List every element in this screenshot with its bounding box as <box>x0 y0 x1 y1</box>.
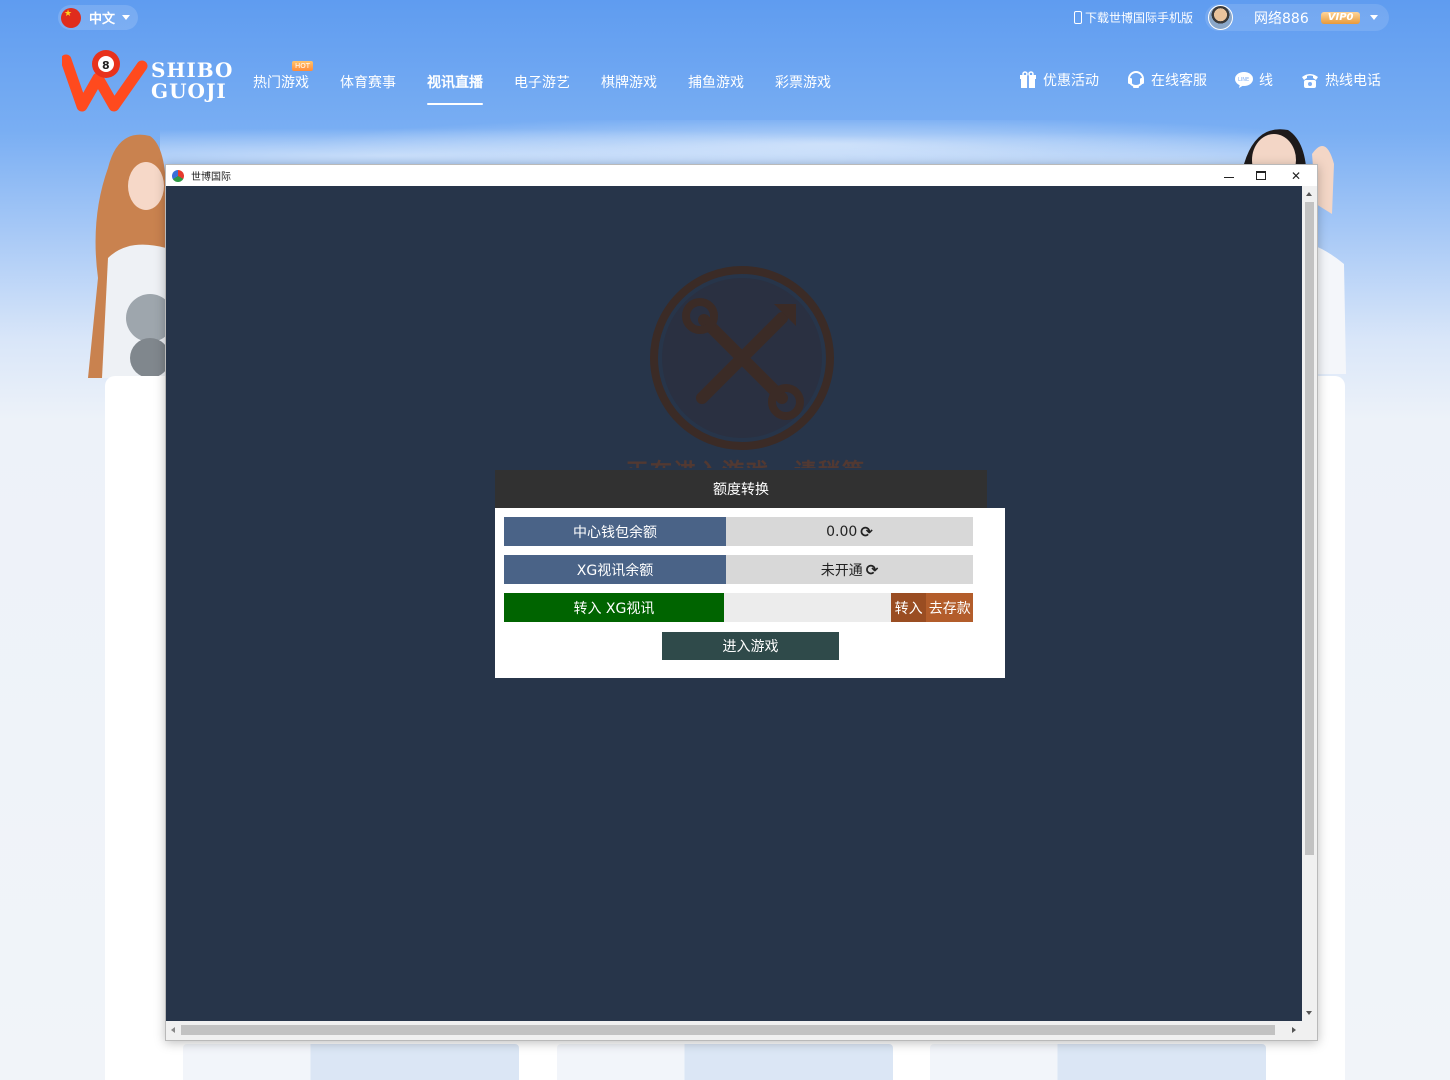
host-left-image <box>88 134 168 378</box>
window-title: 世博国际 <box>191 172 231 183</box>
logo-mark-icon: 8 <box>60 50 148 112</box>
scroll-up-icon[interactable] <box>1306 192 1312 196</box>
transfer-dialog-title: 额度转换 <box>713 482 769 498</box>
nav-label: 热门游戏 <box>253 75 309 91</box>
hotline-label: 热线电话 <box>1325 73 1381 89</box>
line-link[interactable]: LINE 线 <box>1234 70 1273 90</box>
scrollbar-corner <box>1302 1021 1317 1040</box>
download-app-link[interactable]: 下载世博国际手机版 <box>1074 9 1193 26</box>
game-thumbnail[interactable] <box>557 1044 893 1080</box>
svg-text:LINE: LINE <box>1238 77 1249 83</box>
vip-badge: VIP0 <box>1320 11 1361 24</box>
window-titlebar[interactable]: 世博国际 ✕ <box>166 165 1317 186</box>
nav-lottery[interactable]: 彩票游戏 <box>775 72 831 92</box>
customer-service-link[interactable]: 在线客服 <box>1126 70 1207 90</box>
scroll-right-icon[interactable] <box>1292 1027 1296 1033</box>
language-selector[interactable]: 中文 <box>58 5 138 30</box>
close-icon: ✕ <box>1290 168 1302 183</box>
nav-label: 体育赛事 <box>340 75 396 91</box>
horizontal-scroll-thumb[interactable] <box>181 1025 1275 1035</box>
promotions-link[interactable]: 优惠活动 <box>1018 70 1099 90</box>
nav-label: 电子游艺 <box>514 75 570 91</box>
game-thumbnail[interactable] <box>930 1044 1266 1080</box>
hotline-link[interactable]: 热线电话 <box>1300 70 1381 90</box>
xg-balance-label: XG视讯余额 <box>504 555 726 584</box>
language-label: 中文 <box>89 12 116 27</box>
vertical-scrollbar[interactable] <box>1302 186 1317 1021</box>
minimize-button[interactable] <box>1213 165 1245 186</box>
main-nav: 热门游戏 HOT 体育赛事 视讯直播 电子游艺 棋牌游戏 捕鱼游戏 彩票游戏 <box>253 61 862 105</box>
transfer-label: 转入 XG视讯 <box>504 593 724 622</box>
logo-line-2: GUOJI <box>151 79 227 103</box>
site-favicon-icon <box>172 169 184 182</box>
scroll-left-icon[interactable] <box>171 1027 175 1033</box>
headset-icon <box>1126 70 1146 90</box>
transfer-dialog: 中心钱包余额 0.00 ⟳ XG视讯余额 未开通 ⟳ 转入 XG视讯 转入 去存… <box>495 508 1005 678</box>
wallet-balance-label: 中心钱包余额 <box>504 517 726 546</box>
xg-balance-status: 未开通 <box>820 562 863 579</box>
nav-card-games[interactable]: 棋牌游戏 <box>601 72 657 92</box>
transfer-row: 转入 XG视讯 转入 去存款 <box>504 593 973 622</box>
deposit-button[interactable]: 去存款 <box>926 593 973 622</box>
nav-label: 彩票游戏 <box>775 75 831 91</box>
chevron-down-icon <box>122 15 131 20</box>
maximize-icon <box>1256 171 1266 180</box>
enter-game-button[interactable]: 进入游戏 <box>662 632 839 660</box>
download-app-label: 下载世博国际手机版 <box>1085 11 1194 25</box>
wallet-balance-value: 0.00 ⟳ <box>726 517 973 546</box>
svg-text:8: 8 <box>102 59 110 72</box>
loading-message: 正在进入游戏，请稍等 <box>566 454 926 468</box>
close-button[interactable]: ✕ <box>1280 165 1312 186</box>
nav-label: 捕鱼游戏 <box>688 75 744 91</box>
transfer-button[interactable]: 转入 <box>890 593 927 622</box>
promotions-label: 优惠活动 <box>1043 73 1099 89</box>
phone-icon <box>1300 70 1320 90</box>
nav-live-casino[interactable]: 视讯直播 <box>427 72 483 105</box>
logo-line-1: SHIBO <box>151 58 234 82</box>
xg-balance-value: 未开通 ⟳ <box>726 555 973 584</box>
site-logo[interactable]: 8 SHIBO GUOJI <box>60 48 237 114</box>
horizontal-scrollbar[interactable] <box>166 1021 1304 1040</box>
nav-sports[interactable]: 体育赛事 <box>340 72 396 92</box>
top-bar: 中文 下载世博国际手机版 网络886 VIP0 <box>0 0 1450 36</box>
maximize-button[interactable] <box>1245 165 1277 186</box>
scroll-down-icon[interactable] <box>1306 1011 1312 1015</box>
mobile-phone-icon <box>1074 11 1082 24</box>
line-chat-icon: LINE <box>1234 70 1254 90</box>
nav-label: 视讯直播 <box>427 75 483 91</box>
avatar <box>1208 5 1233 30</box>
refresh-icon[interactable]: ⟳ <box>866 561 879 579</box>
customer-service-label: 在线客服 <box>1151 73 1207 89</box>
vertical-scroll-thumb[interactable] <box>1305 202 1314 855</box>
minimize-icon <box>1224 176 1234 178</box>
user-menu[interactable]: 网络886 VIP0 <box>1205 4 1389 31</box>
game-thumbnail[interactable] <box>183 1044 519 1080</box>
transfer-amount-input[interactable] <box>723 593 891 622</box>
refresh-icon[interactable]: ⟳ <box>860 523 873 541</box>
nav-slots[interactable]: 电子游艺 <box>514 72 570 92</box>
logo-wordmark: SHIBO GUOJI <box>151 60 233 102</box>
hot-badge: HOT <box>291 61 313 71</box>
chevron-down-icon <box>1370 15 1379 20</box>
nav-hot-games[interactable]: 热门游戏 HOT <box>253 61 313 92</box>
right-nav: 优惠活动 在线客服 LINE 线 热线电话 <box>1018 70 1381 90</box>
transfer-dialog-header: 额度转换 <box>495 470 987 508</box>
wallet-balance-amount: 0.00 <box>826 523 858 540</box>
nav-label: 棋牌游戏 <box>601 75 657 91</box>
wallet-balance-row: 中心钱包余额 0.00 ⟳ <box>504 517 973 546</box>
username: 网络886 <box>1254 10 1309 27</box>
xg-balance-row: XG视讯余额 未开通 ⟳ <box>504 555 973 584</box>
gift-icon <box>1018 70 1038 90</box>
line-label: 线 <box>1259 73 1273 89</box>
maintenance-tools-icon <box>650 266 834 450</box>
china-flag-icon <box>61 7 81 28</box>
nav-fishing[interactable]: 捕鱼游戏 <box>688 72 744 92</box>
